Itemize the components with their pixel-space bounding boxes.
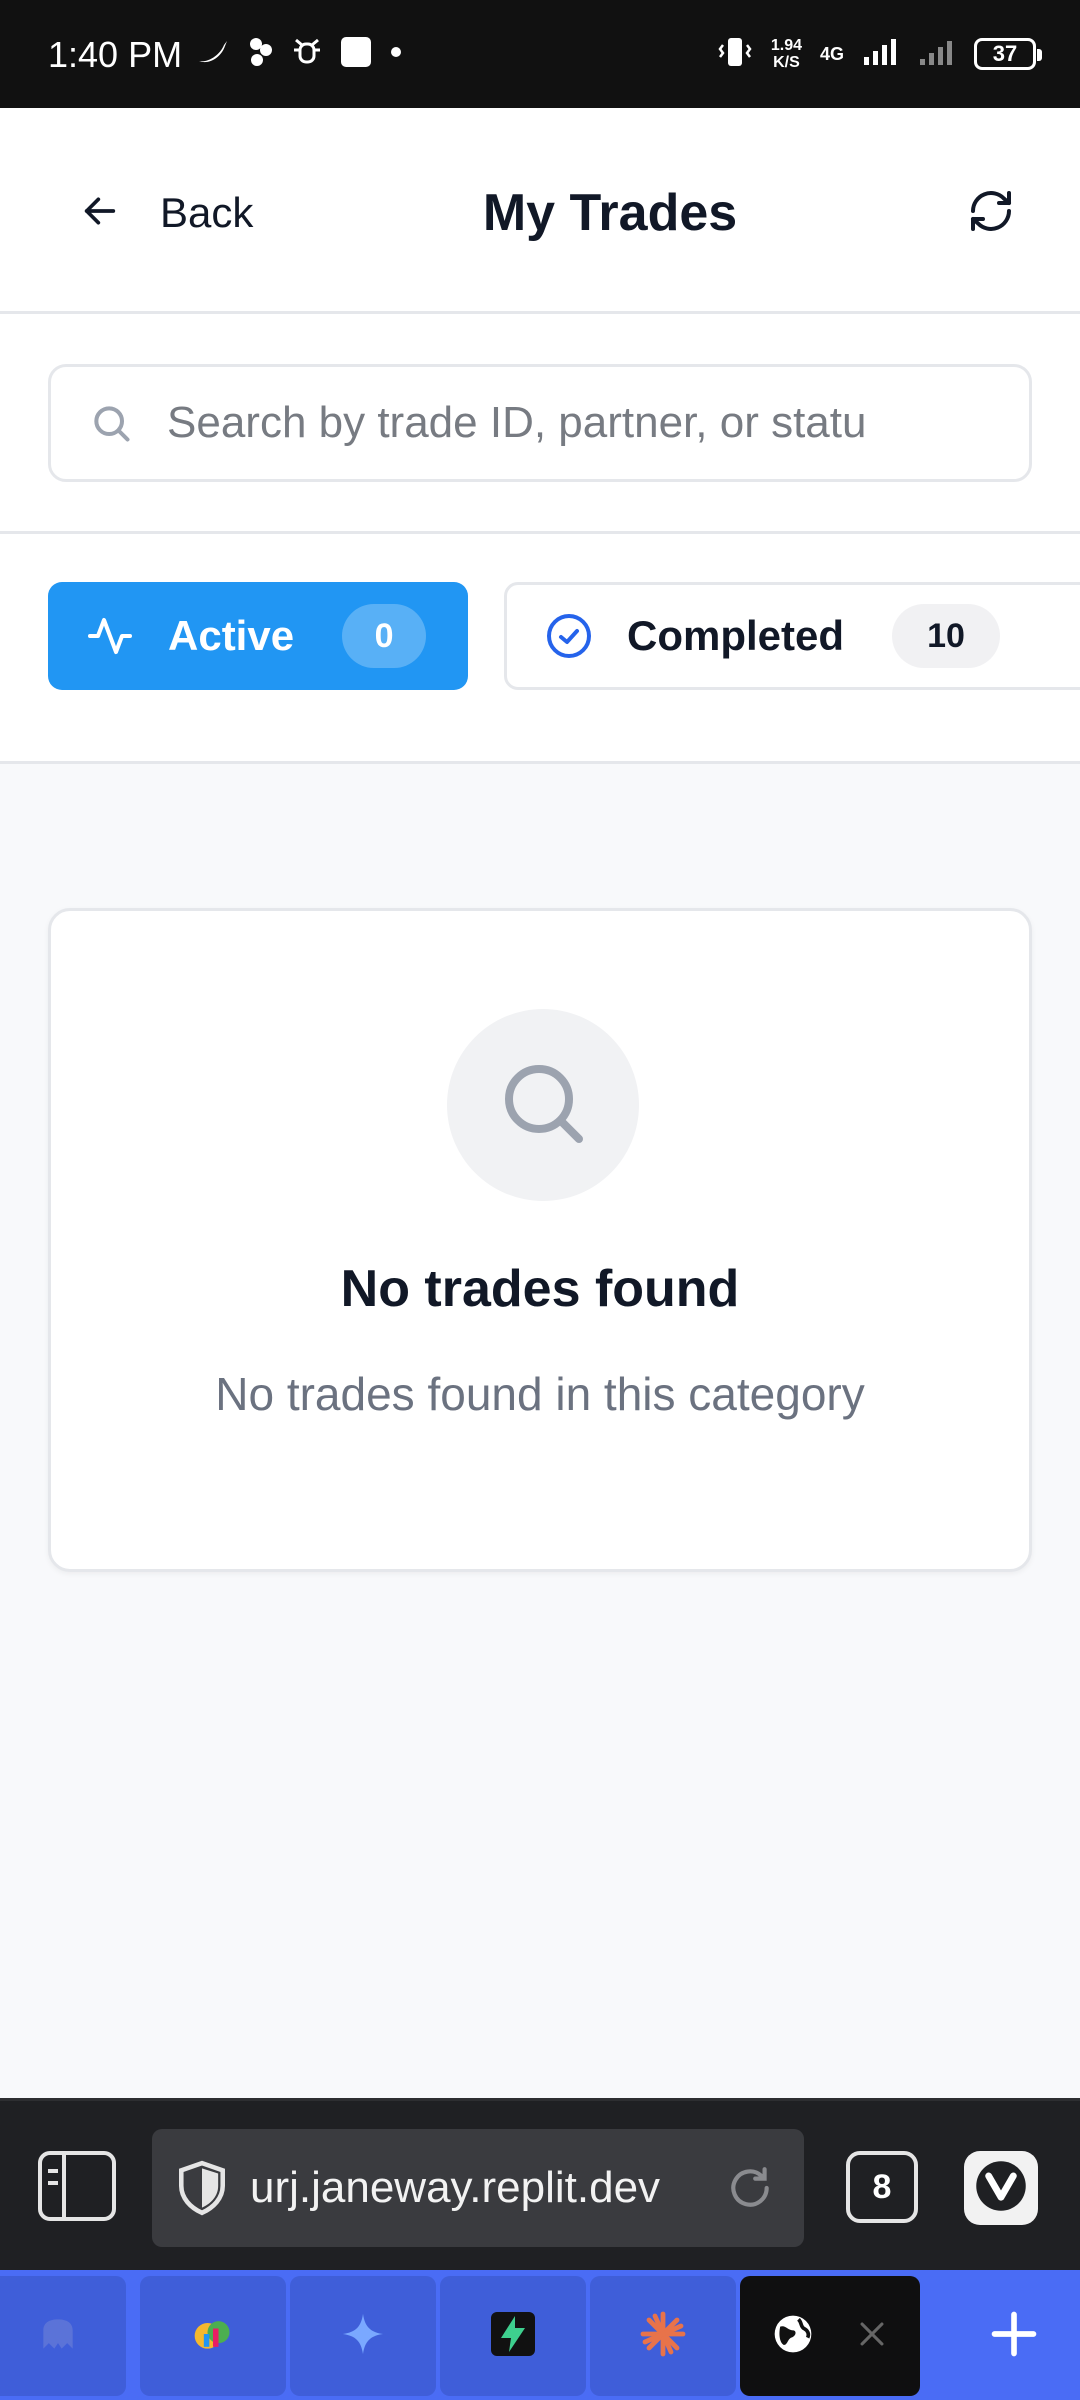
chili-icon	[196, 37, 230, 72]
empty-state-subtitle: No trades found in this category	[215, 1368, 865, 1420]
empty-state-title: No trades found	[340, 1260, 740, 1318]
strip-tab-1[interactable]	[0, 2276, 126, 2396]
panel-toggle-button[interactable]	[38, 2151, 116, 2221]
page-header: Back My Trades	[0, 108, 1080, 314]
url-text: urj.janeway.replit.dev	[250, 2163, 661, 2212]
trade-tabs: Active 0 Completed 10	[0, 534, 1080, 764]
shield-icon	[174, 2156, 230, 2220]
panel-line-icon	[48, 2181, 58, 2185]
starburst-icon	[639, 2310, 687, 2363]
refresh-button[interactable]	[958, 180, 1024, 246]
plus-icon	[988, 2308, 1040, 2365]
status-time: 1:40 PM	[48, 34, 183, 75]
dot-icon	[390, 45, 402, 63]
tab-completed-count: 10	[892, 604, 1001, 668]
strip-tab-2[interactable]	[140, 2276, 286, 2396]
sparkle-icon	[341, 2312, 385, 2361]
bug-icon	[292, 36, 322, 73]
search-box[interactable]	[48, 364, 1032, 482]
check-circle-icon	[543, 610, 595, 662]
search-section	[0, 314, 1080, 534]
strip-tab-4[interactable]	[440, 2276, 586, 2396]
close-tab-icon[interactable]	[855, 2317, 889, 2356]
status-bar: 1:40 PM 1.94 K/S 4G 37	[0, 0, 1080, 108]
activity-icon	[84, 610, 136, 662]
app-icon	[36, 2312, 80, 2361]
globe-icon	[771, 2312, 815, 2361]
browser-toolbar: urj.janeway.replit.dev 8	[0, 2098, 1080, 2270]
tab-switcher-button[interactable]: 8	[846, 2151, 918, 2223]
vivaldi-logo-icon	[974, 2159, 1028, 2218]
panel-line-icon	[48, 2169, 58, 2173]
tab-completed-label: Completed	[627, 612, 845, 659]
search-input[interactable]	[167, 398, 927, 448]
app-notification-icon	[248, 36, 274, 73]
search-icon	[495, 1055, 591, 1156]
signal-icon	[862, 37, 900, 72]
network-speed: 1.94 K/S	[770, 37, 802, 71]
refresh-icon	[967, 187, 1015, 240]
vivaldi-menu-button[interactable]	[964, 2151, 1038, 2225]
network-type: 4G	[819, 43, 844, 64]
tab-active-count: 0	[342, 604, 427, 668]
bolt-app-icon	[489, 2310, 537, 2363]
tab-completed[interactable]: Completed 10	[504, 582, 1080, 690]
tab-active-label: Active	[168, 612, 295, 659]
empty-state-icon	[447, 1009, 639, 1201]
square-app-icon	[340, 36, 372, 73]
strip-tab-5[interactable]	[590, 2276, 736, 2396]
new-tab-button[interactable]	[974, 2296, 1054, 2376]
notification-icons	[196, 34, 402, 74]
page-title: My Trades	[482, 184, 738, 242]
strip-tab-3[interactable]	[290, 2276, 436, 2396]
tab-active[interactable]: Active 0	[48, 582, 468, 690]
search-icon	[87, 399, 135, 447]
chart-app-icon	[191, 2312, 235, 2361]
reload-icon[interactable]	[720, 2158, 780, 2218]
strip-tab-active[interactable]	[740, 2276, 920, 2396]
signal-weak-icon	[918, 37, 956, 72]
status-indicators: 1.94 K/S 4G 37	[717, 30, 1042, 78]
battery-indicator: 37	[974, 38, 1042, 70]
browser-tab-strip	[0, 2270, 1080, 2400]
address-bar[interactable]: urj.janeway.replit.dev	[152, 2129, 804, 2247]
vibrate-icon	[717, 35, 753, 74]
empty-state-card: No trades found No trades found in this …	[48, 908, 1032, 1572]
